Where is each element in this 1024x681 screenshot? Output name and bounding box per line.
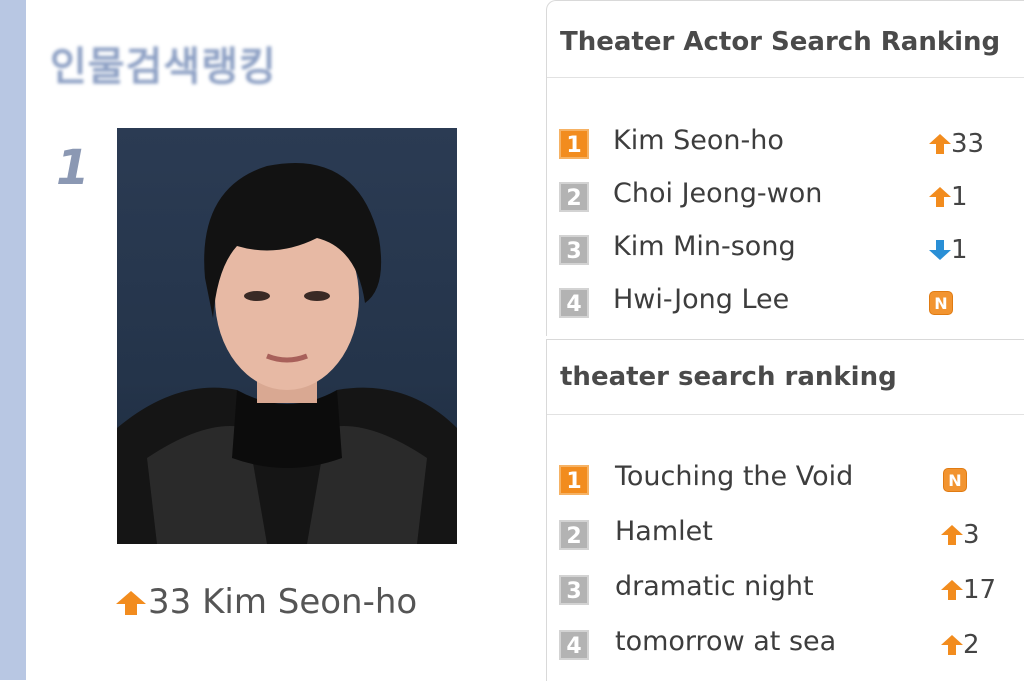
rank-badge: 3 (559, 575, 589, 605)
actor-ranking-panel: Theater Actor Search Ranking 1 Kim Seon-… (546, 0, 1024, 336)
rank-change: N (943, 465, 967, 495)
list-item[interactable]: 1 Kim Seon-ho 33 (547, 123, 1024, 167)
up-arrow-icon (941, 525, 963, 545)
change-value: 1 (951, 235, 968, 265)
rank-change: N (929, 288, 953, 318)
list-item[interactable]: 1 Touching the Void N (547, 459, 1024, 503)
theater-ranking-header: theater search ranking (547, 340, 1024, 415)
featured-actor-name: Kim Seon-ho (202, 582, 418, 622)
list-item[interactable]: 3 dramatic night 17 (547, 569, 1024, 613)
actor-ranking-header: Theater Actor Search Ranking (547, 1, 1024, 78)
featured-actor-caption[interactable]: 33 Kim Seon-ho (116, 576, 426, 630)
rank-badge: 1 (559, 129, 589, 159)
down-arrow-icon (929, 240, 951, 260)
actor-portrait-image (117, 163, 457, 544)
featured-rank-number: 1 (56, 140, 90, 196)
rank-change: 1 (929, 235, 968, 265)
item-name[interactable]: Hamlet (615, 516, 713, 547)
actor-photo[interactable] (117, 128, 457, 544)
item-name[interactable]: Kim Seon-ho (613, 125, 784, 156)
featured-change-value: 33 (148, 582, 192, 622)
up-arrow-icon (929, 187, 951, 207)
list-item[interactable]: 4 tomorrow at sea 2 (547, 624, 1024, 668)
item-name[interactable]: Touching the Void (615, 461, 853, 492)
rank-change: 17 (941, 575, 996, 605)
left-accent-bar (0, 0, 26, 680)
actor-ranking-title: Theater Actor Search Ranking (560, 27, 1001, 57)
rank-change: 1 (929, 182, 968, 212)
item-name[interactable]: Choi Jeong-won (613, 178, 822, 209)
up-arrow-icon (941, 580, 963, 600)
list-item[interactable]: 2 Hamlet 3 (547, 514, 1024, 558)
new-badge-icon: N (943, 468, 967, 492)
up-arrow-icon (941, 635, 963, 655)
rank-badge: 2 (559, 520, 589, 550)
item-name[interactable]: dramatic night (615, 571, 814, 602)
rank-badge: 1 (559, 465, 589, 495)
change-value: 33 (951, 129, 985, 159)
change-value: 1 (951, 182, 968, 212)
list-item[interactable]: 4 Hwi-Jong Lee N (547, 282, 1024, 326)
theater-ranking-title: theater search ranking (560, 362, 897, 392)
change-value: 3 (963, 520, 980, 550)
change-value: 2 (963, 630, 980, 660)
rank-badge: 4 (559, 630, 589, 660)
up-arrow-icon (116, 578, 146, 630)
rank-badge: 3 (559, 235, 589, 265)
new-badge-icon: N (929, 291, 953, 315)
change-value: 17 (963, 575, 997, 605)
page-title: 인물검색랭킹 (50, 44, 277, 90)
rank-badge: 4 (559, 288, 589, 318)
rank-change: 3 (941, 520, 980, 550)
list-item[interactable]: 2 Choi Jeong-won 1 (547, 176, 1024, 220)
rank-change: 33 (929, 129, 984, 159)
theater-ranking-panel: theater search ranking 1 Touching the Vo… (546, 339, 1024, 681)
item-name[interactable]: tomorrow at sea (615, 626, 836, 657)
item-name[interactable]: Kim Min-song (613, 231, 796, 262)
up-arrow-icon (929, 134, 951, 154)
item-name[interactable]: Hwi-Jong Lee (613, 284, 789, 315)
list-item[interactable]: 3 Kim Min-song 1 (547, 229, 1024, 273)
rank-badge: 2 (559, 182, 589, 212)
rank-change: 2 (941, 630, 980, 660)
